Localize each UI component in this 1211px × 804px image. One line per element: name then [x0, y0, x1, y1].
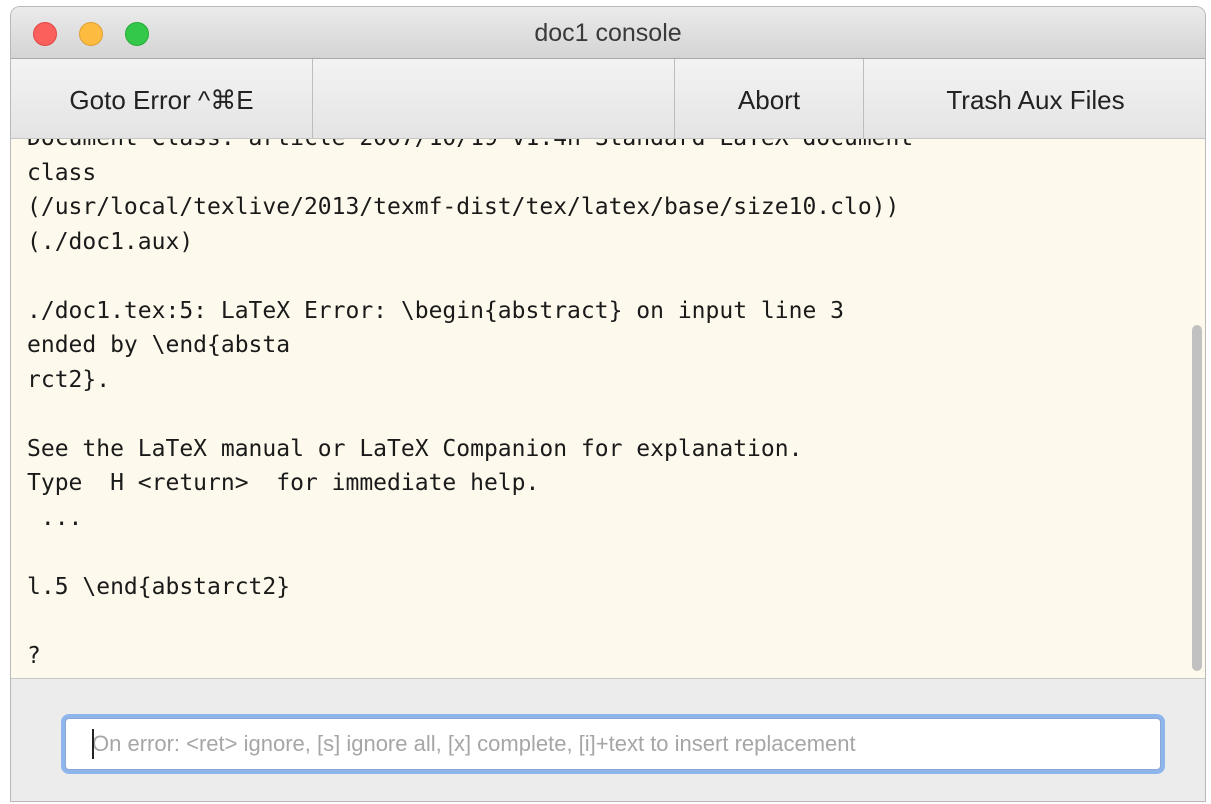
text-caret [92, 729, 94, 759]
console-output-text: Document Class: article 2007/10/19 v1.4h… [27, 139, 913, 669]
vertical-scrollbar[interactable] [1189, 139, 1205, 678]
input-focus-ring [61, 714, 1165, 774]
scrollbar-thumb[interactable] [1192, 325, 1202, 671]
goto-error-button[interactable]: Goto Error ^⌘E [11, 59, 313, 138]
window-title: doc1 console [534, 19, 682, 47]
title-bar[interactable]: doc1 console [11, 7, 1205, 59]
input-bar [11, 679, 1205, 801]
console-command-input[interactable] [65, 718, 1161, 770]
trash-aux-files-button[interactable]: Trash Aux Files [864, 59, 1205, 138]
toolbar: Goto Error ^⌘E Abort Trash Aux Files [11, 59, 1205, 139]
console-output-area[interactable]: Document Class: article 2007/10/19 v1.4h… [11, 139, 1205, 679]
abort-button[interactable]: Abort [674, 59, 864, 138]
console-window: doc1 console Goto Error ^⌘E Abort Trash … [10, 6, 1206, 802]
